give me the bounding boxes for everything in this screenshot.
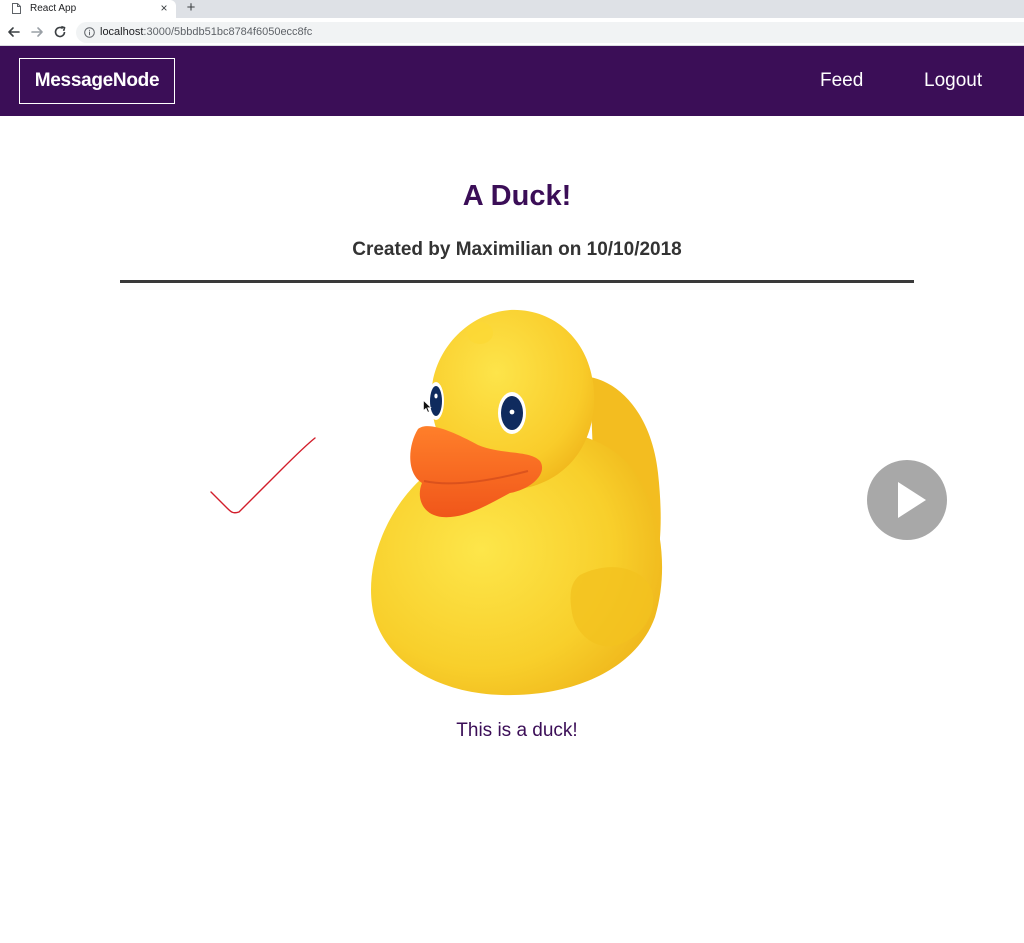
play-icon[interactable] (867, 460, 947, 540)
rubber-duck-image (371, 309, 663, 696)
post-meta: Created by Maximilian on 10/10/2018 (352, 239, 682, 260)
browser-toolbar: localhost:3000/5bbdb51bc8784f6050ecc8fc (0, 18, 1024, 46)
browser-tab[interactable]: React App × (0, 0, 176, 18)
post-image (360, 305, 670, 700)
url-host: localhost (100, 26, 144, 38)
plus-icon[interactable]: + (184, 0, 198, 16)
url-text: localhost:3000/5bbdb51bc8784f6050ecc8fc (100, 25, 312, 40)
back-arrow-icon[interactable] (6, 24, 22, 40)
divider (120, 280, 914, 283)
checkmark-annotation (210, 437, 316, 514)
post-content: This is a duck! (456, 720, 578, 741)
logo[interactable]: MessageNode (19, 58, 175, 104)
cursor-icon (423, 400, 432, 413)
post-title: A Duck! (462, 180, 572, 212)
tab-title: React App (30, 3, 77, 14)
forward-arrow-icon[interactable] (29, 24, 45, 40)
url-path: :3000/5bbdb51bc8784f6050ecc8fc (143, 26, 313, 38)
nav-logout-link[interactable]: Logout (924, 68, 982, 94)
app-header: MessageNode Feed Logout (0, 46, 1024, 116)
nav-feed-link[interactable]: Feed (820, 68, 863, 94)
doc-icon (12, 3, 21, 14)
close-icon[interactable]: × (158, 1, 170, 15)
reload-icon[interactable] (52, 24, 68, 40)
address-bar[interactable]: localhost:3000/5bbdb51bc8784f6050ecc8fc (76, 22, 1024, 43)
browser-tab-bar: React App × + (0, 0, 1024, 18)
info-icon[interactable] (84, 27, 95, 38)
